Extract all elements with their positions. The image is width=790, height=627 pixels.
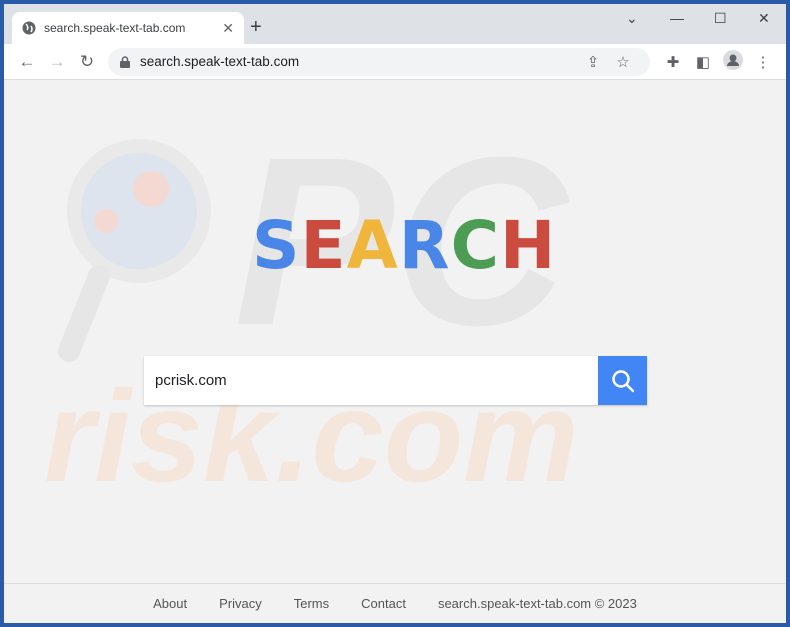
logo-letter: R [398,207,451,284]
menu-kebab-icon[interactable]: ⋮ [748,53,778,71]
search-form [144,356,647,405]
address-bar[interactable]: search.speak-text-tab.com ⇪ ☆ [108,47,650,76]
maximize-button[interactable]: ☐ [714,10,727,27]
logo-letter: S [252,207,301,284]
copyright: search.speak-text-tab.com © 2023 [437,596,637,611]
footer-link-privacy[interactable]: Privacy [219,596,262,611]
watermark-magnifier-icon [58,139,211,362]
reload-button[interactable]: ↻ [72,52,102,72]
tab-search-icon[interactable]: ⌄ [626,10,638,27]
tab-bar: search.speak-text-tab.com ✕ + ⌄ — ☐ ✕ [4,4,786,44]
page-content: PC risk.com SEARCH About Privacy Terms C… [4,81,786,623]
search-input[interactable] [144,356,598,405]
footer-link-contact[interactable]: Contact [361,596,406,611]
new-tab-button[interactable]: + [250,16,262,39]
logo-letter: E [300,207,347,284]
tab-title: search.speak-text-tab.com [44,21,186,35]
close-tab-icon[interactable]: ✕ [222,20,234,37]
toolbar: ← → ↻ search.speak-text-tab.com ⇪ ☆ ✚ ◧ … [4,44,786,80]
footer-link-terms[interactable]: Terms [294,596,329,611]
side-panel-icon[interactable]: ◧ [688,53,718,71]
forward-button[interactable]: → [42,52,72,72]
minimize-button[interactable]: — [670,10,684,26]
footer: About Privacy Terms Contact search.speak… [4,583,786,623]
globe-icon [22,21,36,35]
profile-avatar-icon[interactable] [718,49,748,74]
back-button[interactable]: ← [12,52,42,72]
search-button[interactable] [598,356,647,405]
url-text: search.speak-text-tab.com [140,54,300,69]
footer-link-about[interactable]: About [153,596,187,611]
logo-letter: H [500,207,557,284]
share-icon[interactable]: ⇪ [578,53,608,71]
search-logo: SEARCH [252,207,556,284]
lock-icon [120,55,130,68]
tab-active[interactable]: search.speak-text-tab.com ✕ [12,12,244,44]
search-icon [611,369,634,392]
logo-letter: A [346,207,399,284]
extensions-icon[interactable]: ✚ [658,53,688,71]
close-window-button[interactable]: ✕ [758,10,770,27]
logo-letter: C [450,207,500,284]
browser-window: search.speak-text-tab.com ✕ + ⌄ — ☐ ✕ ← … [4,4,786,623]
bookmark-star-icon[interactable]: ☆ [608,53,638,71]
